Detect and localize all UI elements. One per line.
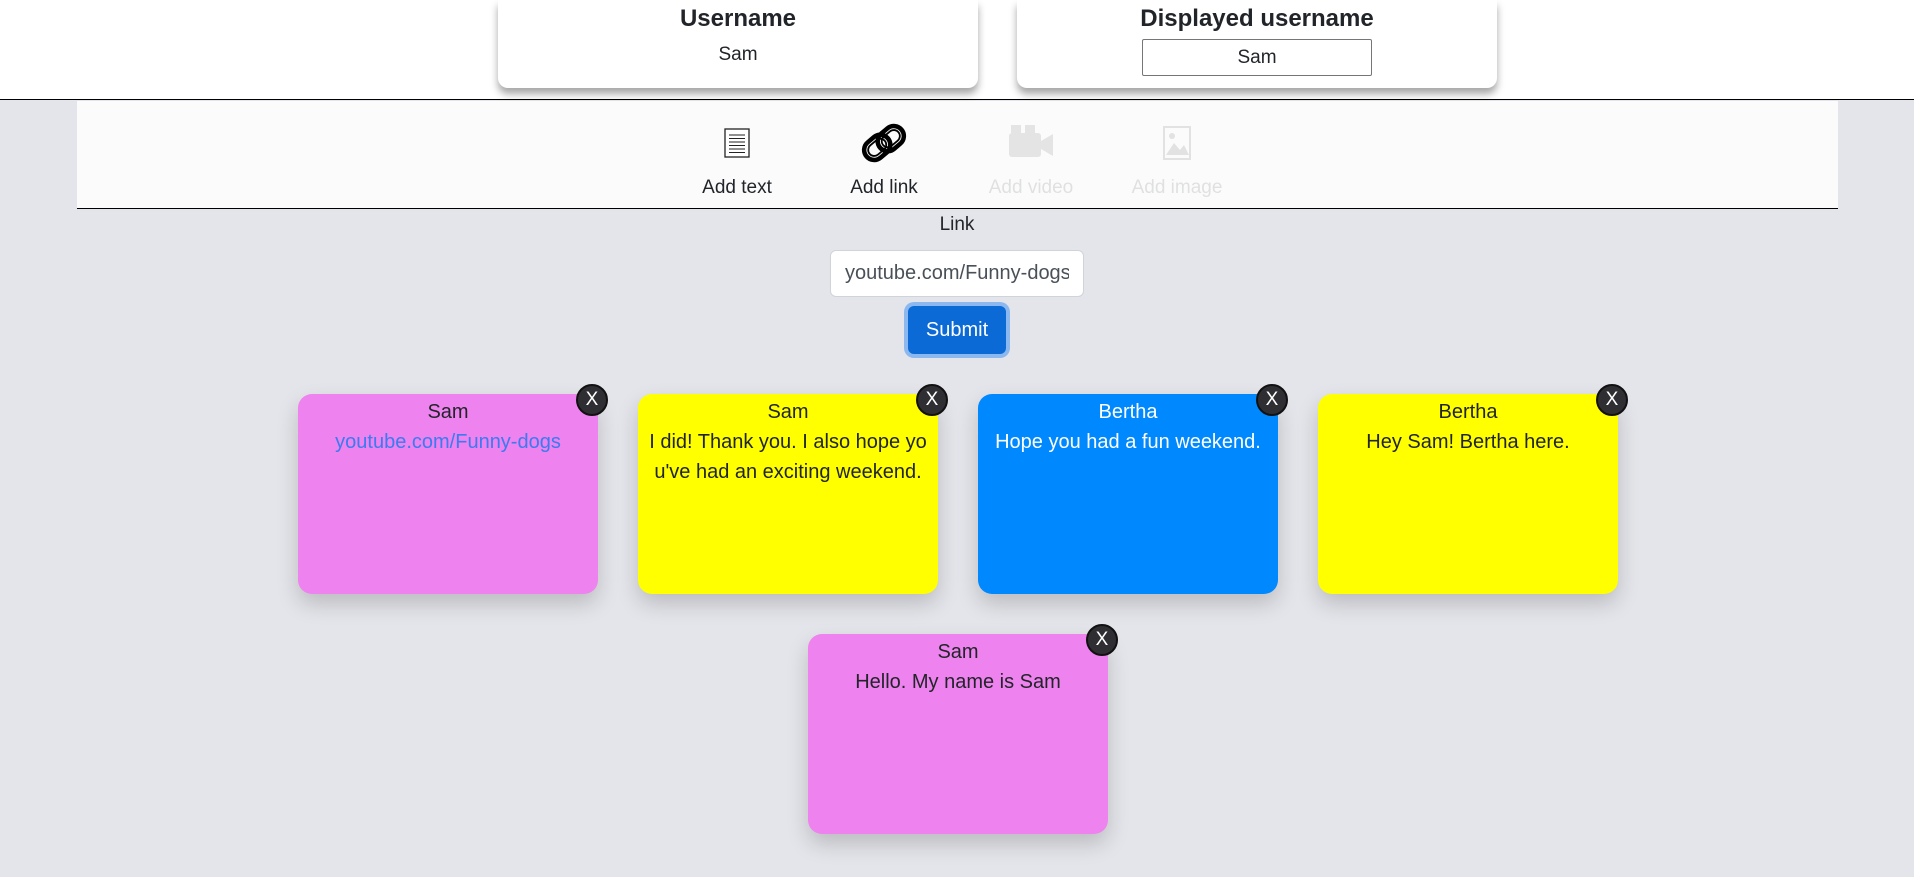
- chain-link-icon: [809, 115, 959, 171]
- note-content: Hey Sam! Bertha here.: [1366, 431, 1570, 453]
- add-text-tool[interactable]: Add text: [662, 115, 812, 199]
- close-note-button[interactable]: X: [1256, 384, 1288, 416]
- link-form: Link Submit: [0, 212, 1914, 354]
- top-bar: Username Sam Displayed username: [0, 0, 1914, 100]
- displayed-username-card: Displayed username: [1017, 0, 1497, 88]
- close-note-button[interactable]: X: [916, 384, 948, 416]
- displayed-username-title: Displayed username: [1140, 5, 1374, 32]
- note-author: Sam: [427, 401, 469, 423]
- video-camera-icon: [956, 115, 1106, 171]
- note-link[interactable]: youtube.com/Funny-dogs: [306, 427, 590, 457]
- note-author: Bertha: [1438, 401, 1498, 423]
- note-card: Bertha Hey Sam! Bertha here. X: [1318, 384, 1628, 594]
- username-card: Username Sam: [498, 0, 978, 88]
- link-input[interactable]: [830, 250, 1084, 297]
- add-text-label: Add text: [702, 177, 772, 198]
- toolbar: Add text Add link Add video Add image: [77, 101, 1838, 209]
- close-note-button[interactable]: X: [1596, 384, 1628, 416]
- close-note-button[interactable]: X: [1086, 624, 1118, 656]
- username-value: Sam: [718, 44, 758, 65]
- note-card: Sam Hello. My name is Sam X: [808, 624, 1118, 834]
- note-content: Hello. My name is Sam: [855, 671, 1061, 693]
- add-video-label: Add video: [988, 177, 1074, 198]
- add-link-label: Add link: [850, 177, 918, 198]
- image-icon: [1102, 115, 1252, 171]
- submit-button[interactable]: Submit: [908, 306, 1006, 354]
- note-author: Sam: [937, 641, 979, 663]
- document-icon: [662, 115, 812, 171]
- note-author: Sam: [767, 401, 809, 423]
- note-card: Bertha Hope you had a fun weekend. X: [978, 384, 1288, 594]
- add-link-tool[interactable]: Add link: [809, 115, 959, 199]
- add-video-tool[interactable]: Add video: [956, 115, 1106, 199]
- note-card: Sam I did! Thank you. I also hope you've…: [638, 384, 948, 594]
- note-content: Hope you had a fun weekend.: [995, 431, 1261, 453]
- username-title: Username: [679, 5, 797, 32]
- note-content: I did! Thank you. I also hope you've had…: [649, 431, 927, 483]
- add-image-label: Add image: [1131, 177, 1223, 198]
- add-image-tool[interactable]: Add image: [1102, 115, 1252, 199]
- link-label: Link: [939, 214, 975, 235]
- close-note-button[interactable]: X: [576, 384, 608, 416]
- note-author: Bertha: [1098, 401, 1158, 423]
- displayed-username-input[interactable]: [1142, 39, 1372, 76]
- note-card: Sam youtube.com/Funny-dogs X: [298, 384, 608, 594]
